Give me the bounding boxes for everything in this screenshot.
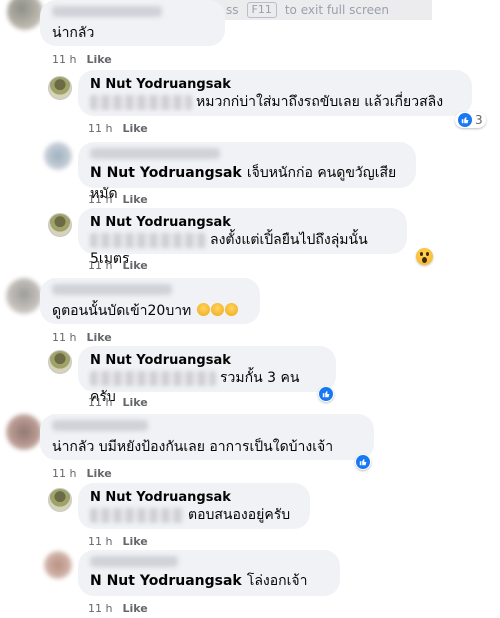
reply-time[interactable]: 11 h	[88, 602, 112, 615]
thumbs-up-icon	[319, 387, 333, 401]
reply-text: หมวกก่บ่าใส่มาถึงรถขับเลย แล้วเกี่ยวสลิง	[196, 94, 444, 110]
like-button[interactable]: Like	[86, 331, 111, 344]
reply-time[interactable]: 11 h	[88, 259, 112, 272]
reply-author-name[interactable]: N Nut Yodruangsak	[90, 352, 324, 369]
reply-time[interactable]: 11 h	[88, 396, 112, 409]
commenter-avatar[interactable]	[6, 278, 42, 314]
f11-key-badge: F11	[246, 2, 277, 18]
fullscreen-hint-prefix: ss	[226, 3, 239, 17]
reply-avatar[interactable]	[44, 142, 72, 170]
like-button[interactable]: Like	[122, 535, 147, 548]
blurred-commenter-name[interactable]	[90, 556, 178, 567]
reply-time[interactable]: 11 h	[88, 535, 112, 548]
reaction-count[interactable]: 3	[455, 112, 486, 128]
like-reaction[interactable]	[355, 454, 371, 470]
reply-avatar[interactable]	[44, 551, 72, 579]
blurred-commenter-name[interactable]	[52, 420, 148, 431]
reply-time[interactable]: 11 h	[88, 122, 112, 135]
reply-avatar[interactable]	[48, 213, 72, 237]
comment-meta: 11 h Like	[52, 331, 112, 344]
reply-bubble: N Nut Yodruangsak ลงตั้งแต่เปิ้ลยืนไปถึง…	[78, 208, 407, 267]
blurred-mention	[90, 232, 206, 248]
reaction-count-number: 3	[475, 113, 483, 127]
reply-meta: 11 h Like	[88, 396, 148, 409]
reply-avatar[interactable]	[48, 76, 72, 100]
reply-bubble: N Nut Yodruangsak ตอบสนองอยู่ครับ	[78, 483, 310, 529]
reply-time[interactable]: 11 h	[88, 193, 112, 206]
reply-bubble: N Nut Yodruangsak รวมกั้น 3 คนครับ	[78, 346, 336, 405]
reply-avatar[interactable]	[48, 488, 72, 512]
thumbs-up-icon	[458, 113, 472, 127]
like-button[interactable]: Like	[86, 53, 111, 66]
rofl-emoji-icon	[225, 303, 239, 316]
comment-meta: 11 h Like	[52, 467, 112, 480]
reply-bubble: N Nut Yodruangsak หมวกก่บ่าใส่มาถึงรถขับ…	[78, 70, 472, 116]
wow-reaction-icon[interactable]	[416, 248, 433, 265]
reply-text: ตอบสนองอยู่ครับ	[188, 507, 291, 523]
fullscreen-hint-text: to exit full screen	[284, 3, 390, 17]
comment-time[interactable]: 11 h	[52, 331, 76, 344]
reply-author-name[interactable]: N Nut Yodruangsak	[90, 214, 395, 231]
comment-bubble: น่ากลัว บมีหยังป้องกันเลย อาการเป็นใดบ้า…	[40, 414, 374, 460]
like-button[interactable]: Like	[122, 396, 147, 409]
blurred-mention	[90, 370, 216, 386]
rofl-emoji-icon	[197, 303, 211, 316]
reply-text: โล่งอกเจ้า	[246, 573, 308, 589]
rofl-emoji-icon	[211, 303, 225, 316]
comment-bubble: น่ากลัว	[40, 0, 225, 46]
like-reaction[interactable]	[318, 386, 334, 402]
reply-bubble: N Nut Yodruangsak เจ็บหนักก่อ คนดูขวัญเส…	[78, 142, 416, 202]
blurred-mention	[90, 507, 184, 523]
like-button[interactable]: Like	[122, 259, 147, 272]
comment-time[interactable]: 11 h	[52, 53, 76, 66]
mentioned-user[interactable]: N Nut Yodruangsak	[90, 573, 242, 589]
mentioned-user[interactable]: N Nut Yodruangsak	[90, 165, 242, 181]
reply-meta: 11 h Like	[88, 535, 148, 548]
reply-meta: 11 h Like	[88, 259, 148, 272]
reply-avatar[interactable]	[48, 350, 72, 374]
blurred-commenter-name[interactable]	[52, 6, 162, 17]
like-button[interactable]: Like	[122, 602, 147, 615]
like-button[interactable]: Like	[122, 193, 147, 206]
reply-meta: 11 h Like	[88, 602, 148, 615]
reply-bubble: N Nut Yodruangsak โล่งอกเจ้า	[78, 550, 340, 596]
comment-bubble: ดูตอนนั้นบัดเข้า20บาท	[40, 278, 260, 324]
blurred-commenter-name[interactable]	[52, 284, 172, 295]
reply-meta: 11 h Like	[88, 193, 148, 206]
reply-author-name[interactable]: N Nut Yodruangsak	[90, 489, 298, 506]
comment-text: น่ากลัว บมีหยังป้องกันเลย อาการเป็นใดบ้า…	[52, 439, 334, 455]
blurred-commenter-name[interactable]	[90, 148, 220, 159]
commenter-avatar[interactable]	[6, 414, 42, 450]
comment-meta: 11 h Like	[52, 53, 112, 66]
fullscreen-hint-banner: ss F11 to exit full screen	[200, 0, 432, 20]
comment-text: ดูตอนนั้นบัดเข้า20บาท	[52, 303, 192, 319]
thumbs-up-icon	[356, 455, 370, 469]
like-button[interactable]: Like	[122, 122, 147, 135]
blurred-mention	[90, 94, 192, 110]
reply-meta: 11 h Like	[88, 122, 148, 135]
comment-text: น่ากลัว	[52, 25, 95, 41]
commenter-avatar[interactable]	[7, 0, 43, 30]
reply-author-name[interactable]: N Nut Yodruangsak	[90, 76, 460, 93]
like-button[interactable]: Like	[86, 467, 111, 480]
comment-time[interactable]: 11 h	[52, 467, 76, 480]
